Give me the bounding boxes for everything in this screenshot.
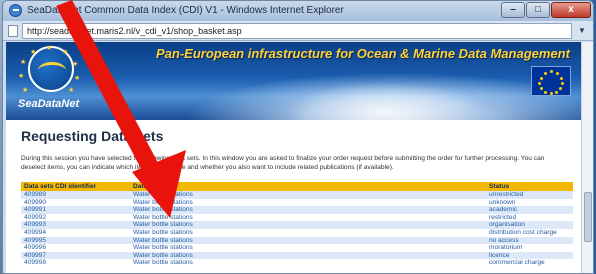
datasets-table: Data sets CDI identifier Data set name S…: [21, 182, 573, 267]
cell-identifier: 409996: [24, 244, 47, 252]
cell-identifier: 409989: [24, 191, 47, 198]
table-header: Data sets CDI identifier Data set name S…: [21, 182, 573, 191]
cell-dataset-name[interactable]: Water bottle stations: [130, 191, 486, 199]
intro-text: During this session you have selected th…: [21, 155, 545, 171]
table-row[interactable]: 409993 Water bottle stations organisation: [21, 221, 573, 229]
cell-status: no access: [489, 236, 519, 244]
cell-status: moratorium: [489, 244, 523, 252]
url-field[interactable]: http://seadatanet.maris2.nl/v_cdi_v1/sho…: [22, 23, 572, 39]
page-title: Requesting Data sets: [21, 128, 164, 144]
table-body: 409989 Water bottle stations unrestricted 4…: [21, 191, 573, 267]
eu-flag: [531, 66, 571, 96]
page-icon: [8, 25, 18, 37]
cell-status: distribution cost charge: [489, 228, 557, 236]
table-row[interactable]: 409991 Water bottle stations academic: [21, 206, 573, 214]
cell-dataset-name[interactable]: Water bottle stations: [130, 252, 486, 260]
cell-dataset-name[interactable]: Water bottle stations: [130, 206, 486, 214]
internet-explorer-icon: [9, 4, 22, 17]
minimize-icon: –: [510, 4, 516, 15]
cell-status: licence: [489, 251, 510, 259]
cell-identifier: 409992: [24, 213, 47, 221]
cell-status: unrestricted: [489, 191, 524, 198]
cell-status: unknown: [489, 198, 516, 206]
cell-identifier: 409991: [24, 206, 47, 214]
maximize-button[interactable]: □: [526, 2, 550, 18]
cell-status: organisation: [489, 221, 525, 229]
minimize-button[interactable]: –: [501, 2, 525, 18]
browser-window: SeaDataNet Common Data Index (CDI) V1 - …: [2, 0, 594, 274]
cell-identifier: 409990: [24, 198, 47, 206]
window-title: SeaDataNet Common Data Index (CDI) V1 - …: [27, 5, 344, 16]
table-row[interactable]: 409997 Water bottle stations licence: [21, 251, 573, 260]
logo-stars: ★ ★ ★ ★ ★ ★ ★ ★ ★: [18, 45, 81, 94]
maximize-icon: □: [534, 4, 542, 15]
scrollbar-thumb[interactable]: [584, 192, 592, 242]
cell-dataset-name[interactable]: Water bottle stations: [130, 214, 486, 222]
cell-identifier: 409993: [24, 221, 47, 229]
cell-status: academic: [489, 206, 518, 214]
page-viewport: Pan-European infrastructure for Ocean & …: [6, 42, 581, 273]
column-header-status: Status: [489, 183, 510, 190]
cell-dataset-name[interactable]: Water bottle stations: [130, 199, 486, 207]
cell-dataset-name[interactable]: Water bottle stations: [130, 237, 486, 245]
column-header-name: Data set name: [133, 183, 178, 190]
column-header-identifier: Data sets CDI identifier: [24, 183, 97, 190]
table-row[interactable]: 409990 Water bottle stations unknown: [21, 198, 573, 207]
close-button[interactable]: x: [551, 2, 591, 18]
window-controls: – □ x: [500, 2, 591, 18]
cell-dataset-name[interactable]: Water bottle stations: [130, 229, 486, 237]
banner-headline: Pan-European infrastructure for Ocean & …: [156, 46, 570, 61]
cell-identifier: 409997: [24, 251, 47, 259]
seadatanet-banner: Pan-European infrastructure for Ocean & …: [6, 42, 581, 120]
cell-dataset-name[interactable]: Water bottle stations: [130, 221, 486, 229]
chevron-down-icon[interactable]: ▼: [575, 25, 589, 37]
table-row[interactable]: 409998 Water bottle stations commercial ch…: [21, 259, 573, 267]
cell-dataset-name[interactable]: Water bottle stations: [130, 244, 486, 252]
cell-status: restricted: [489, 213, 517, 221]
title-bar[interactable]: SeaDataNet Common Data Index (CDI) V1 - …: [3, 1, 593, 21]
table-row[interactable]: 409994 Water bottle stations distribution …: [21, 228, 573, 237]
logo-wordmark: SeaDataNet: [18, 98, 80, 110]
table-row[interactable]: 409996 Water bottle stations moratorium: [21, 244, 573, 252]
seadatanet-logo[interactable]: ★ ★ ★ ★ ★ ★ ★ ★ ★ SeaDataNet: [16, 44, 84, 118]
table-row[interactable]: 409995 Water bottle stations no access: [21, 236, 573, 245]
table-row[interactable]: 409992 Water bottle stations restricted: [21, 213, 573, 222]
table-row[interactable]: 409989 Water bottle stations unrestricted: [21, 191, 573, 199]
eu-flag-stars: [532, 67, 570, 95]
cell-dataset-name[interactable]: Water bottle stations: [130, 259, 486, 267]
address-bar: http://seadatanet.maris2.nl/v_cdi_v1/sho…: [3, 21, 593, 41]
cell-status: commercial charge: [489, 259, 545, 267]
cell-identifier: 409998: [24, 259, 47, 267]
vertical-scrollbar[interactable]: [581, 42, 593, 273]
cell-identifier: 409994: [24, 228, 47, 236]
cell-identifier: 409995: [24, 236, 47, 244]
close-icon: x: [568, 4, 574, 15]
